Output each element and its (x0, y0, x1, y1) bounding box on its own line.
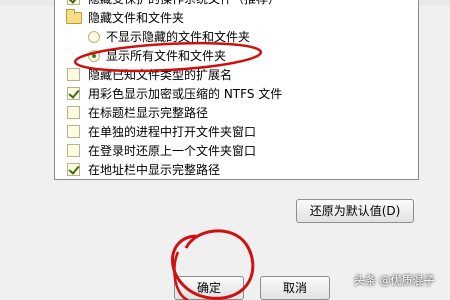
list-item-label: 隐藏已知文件类型的扩展名 (88, 68, 233, 82)
checkbox[interactable] (67, 125, 80, 138)
list-item-label: 不显示隐藏的文件和文件夹 (106, 30, 251, 44)
radio-button[interactable] (88, 31, 100, 43)
list-item-label: 在地址栏中显示完整路径 (88, 163, 221, 177)
checkbox[interactable] (67, 0, 80, 5)
radio-button-selected[interactable] (88, 50, 100, 62)
advanced-settings-list[interactable]: 隐藏受保护的操作系统文件（推荐） 隐藏文件和文件夹 不显示隐藏的文件和文件夹 显… (54, 0, 419, 180)
checkbox[interactable] (67, 106, 80, 119)
watermark: 头条 @优质混子 (354, 274, 435, 287)
restore-defaults-button[interactable]: 还原为默认值(D) (296, 199, 414, 223)
list-item-label: 隐藏文件和文件夹 (88, 11, 185, 25)
list-item-label: 在单独的进程中打开文件夹窗口 (88, 125, 257, 139)
folder-icon (66, 9, 82, 24)
ok-button[interactable]: 确定 (174, 276, 244, 300)
checkbox[interactable] (67, 87, 80, 100)
cancel-button[interactable]: 取消 (260, 276, 330, 300)
list-item-label: 隐藏受保护的操作系统文件（推荐） (88, 0, 280, 9)
list-item-label: 显示所有文件和文件夹 (106, 49, 227, 63)
checkbox[interactable] (67, 68, 80, 81)
list-item-label: 在标题栏显示完整路径 (88, 106, 209, 120)
checkbox[interactable] (67, 144, 80, 157)
list-item-label: 用彩色显示加密或压缩的 NTFS 文件 (88, 87, 283, 101)
list-item-label: 在登录时还原上一个文件夹窗口 (88, 144, 257, 158)
checkbox[interactable] (67, 163, 80, 176)
